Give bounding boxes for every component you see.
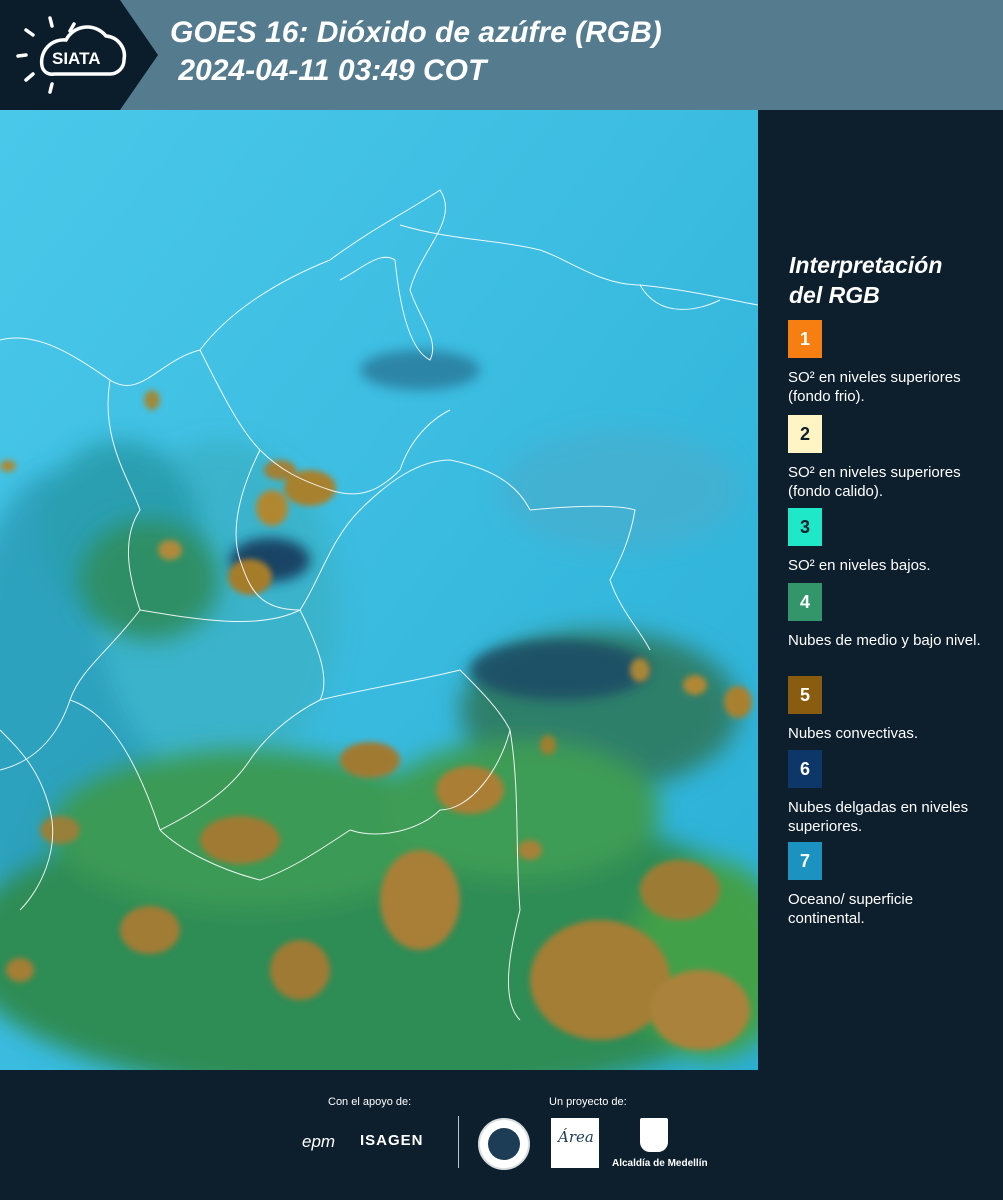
legend-swatch-5: 5 bbox=[788, 676, 822, 714]
support-label: Con el apoyo de: bbox=[328, 1096, 412, 1108]
epm-logo: epm bbox=[302, 1132, 336, 1151]
satellite-image bbox=[0, 110, 758, 1070]
title-line-1: GOES 16: Dióxido de azúfre (RGB) bbox=[170, 16, 662, 49]
alcaldia-shield-icon bbox=[640, 1118, 668, 1152]
area-logo-text: Área bbox=[558, 1128, 594, 1146]
legend-item-3: 3 SO² en niveles bajos. bbox=[788, 508, 993, 575]
legend-item-2: 2 SO² en niveles superiores (fondo calid… bbox=[788, 415, 993, 501]
legend-swatch-7: 7 bbox=[788, 842, 822, 880]
legend-swatch-2: 2 bbox=[788, 415, 822, 453]
alcaldia-logo-text: Alcaldía de Medellín bbox=[612, 1158, 708, 1169]
seal-inner bbox=[488, 1128, 520, 1160]
legend-label-3: SO² en niveles bajos. bbox=[788, 557, 931, 574]
legend-item-4: 4 Nubes de medio y bajo nivel. bbox=[788, 583, 993, 650]
title-line-2: 2024-04-11 03:49 COT bbox=[170, 54, 487, 87]
satellite-map bbox=[0, 110, 758, 1070]
legend-item-1: 1 SO² en niveles superiores (fondo frio)… bbox=[788, 320, 993, 406]
legend-label-4: Nubes de medio y bajo nivel. bbox=[788, 632, 981, 649]
legend-swatch-4: 4 bbox=[788, 583, 822, 621]
legend-swatch-6: 6 bbox=[788, 750, 822, 788]
legend-label-6: Nubes delgadas en niveles superiores. bbox=[788, 799, 969, 835]
legend-label-5: Nubes convectivas. bbox=[788, 725, 919, 742]
legend-label-1: SO² en niveles superiores (fondo frio). bbox=[788, 369, 961, 405]
svg-text:SIATA: SIATA bbox=[52, 49, 100, 68]
page-title: GOES 16: Dióxido de azúfre (RGB) 2024-04… bbox=[170, 14, 662, 90]
legend-item-6: 6 Nubes delgadas en niveles superiores. bbox=[788, 750, 993, 836]
legend-swatch-1: 1 bbox=[788, 320, 822, 358]
legend-title-line-1: Interpretación bbox=[789, 252, 943, 278]
isagen-logo: ISAGEN bbox=[360, 1132, 424, 1149]
legend-label-2: SO² en niveles superiores (fondo calido)… bbox=[788, 464, 961, 500]
legend-title: Interpretación del RGB bbox=[789, 250, 942, 310]
legend-swatch-3: 3 bbox=[788, 508, 822, 546]
legend-item-7: 7 Oceano/ superficie continental. bbox=[788, 842, 993, 928]
project-label: Un proyecto de: bbox=[549, 1096, 627, 1108]
legend-item-5: 5 Nubes convectivas. bbox=[788, 676, 993, 743]
legend-label-7: Oceano/ superficie continental. bbox=[788, 891, 914, 927]
legend-title-line-2: del RGB bbox=[789, 282, 880, 308]
siata-logo: SIATA bbox=[16, 16, 127, 94]
legend-panel: Interpretación del RGB 1 SO² en niveles … bbox=[760, 110, 1003, 1070]
medellin-seal-logo bbox=[478, 1118, 530, 1170]
footer: Con el apoyo de: Un proyecto de: epm ISA… bbox=[0, 1070, 1003, 1200]
footer-divider bbox=[458, 1116, 459, 1168]
header: SIATA GOES 16: Dióxido de azúfre (RGB) 2… bbox=[0, 0, 1003, 110]
area-metropolitana-logo: Área bbox=[551, 1118, 599, 1168]
